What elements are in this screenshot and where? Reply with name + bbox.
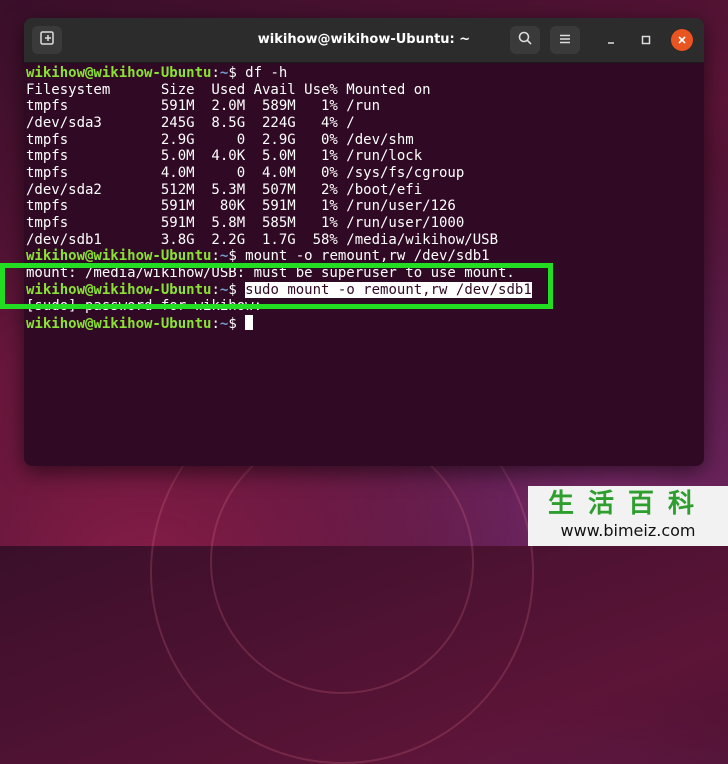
prompt-user: wikihow@wikihow-Ubuntu (26, 316, 212, 332)
watermark-url: www.bimeiz.com (560, 521, 696, 540)
df-row: /dev/sda2 512M 5.3M 507M 2% /boot/efi (26, 182, 423, 198)
df-row: /dev/sdb1 3.8G 2.2G 1.7G 58% /media/wiki… (26, 232, 499, 248)
highlight-box (0, 263, 553, 309)
df-row: tmpfs 591M 2.0M 589M 1% /run (26, 98, 381, 114)
command-line-df: wikihow@wikihow-Ubuntu:~$ df -h (26, 65, 287, 82)
df-header: Filesystem Size Used Avail Use% Mounted … (26, 82, 431, 98)
df-row: tmpfs 4.0M 0 4.0M 0% /sys/fs/cgroup (26, 165, 465, 181)
title-bar: wikihow@wikihow-Ubuntu: ~ (24, 18, 704, 63)
minimize-button[interactable] (600, 29, 622, 51)
new-tab-button[interactable] (32, 26, 62, 54)
window-title: wikihow@wikihow-Ubuntu: ~ (257, 32, 471, 47)
terminal-window: wikihow@wikihow-Ubuntu: ~ wikihow@wikiho… (24, 18, 704, 466)
close-icon (676, 31, 688, 50)
df-row: tmpfs 5.0M 4.0K 5.0M 1% /run/lock (26, 148, 423, 164)
text-cursor (245, 315, 254, 330)
prompt-user: wikihow@wikihow-Ubuntu (26, 248, 212, 264)
background-ring (210, 430, 474, 694)
prompt-user: wikihow@wikihow-Ubuntu (26, 65, 212, 81)
df-row: tmpfs 2.9G 0 2.9G 0% /dev/shm (26, 132, 414, 148)
command-text: df -h (245, 65, 288, 81)
df-row: /dev/sda3 245G 8.5G 224G 4% / (26, 115, 355, 131)
close-button[interactable] (671, 29, 693, 51)
prompt-symbol: $ (228, 65, 246, 81)
prompt-symbol: $ (228, 248, 246, 264)
watermark-characters: 生活百科 (547, 489, 708, 519)
prompt-separator: : (211, 65, 220, 81)
new-tab-icon (39, 30, 55, 50)
df-row: tmpfs 591M 80K 591M 1% /run/user/126 (26, 198, 456, 214)
search-icon (517, 30, 533, 50)
menu-button[interactable] (550, 26, 580, 54)
prompt-separator: : (211, 248, 220, 264)
search-button[interactable] (510, 26, 540, 54)
hamburger-menu-icon (558, 31, 572, 50)
df-row: tmpfs 591M 5.8M 585M 1% /run/user/1000 (26, 215, 465, 231)
active-prompt-line[interactable]: wikihow@wikihow-Ubuntu:~$ (26, 315, 254, 332)
watermark: 生活百科 www.bimeiz.com (528, 486, 728, 546)
prompt-separator: : (211, 316, 220, 332)
maximize-button[interactable] (635, 29, 657, 51)
minimize-icon (605, 31, 617, 50)
maximize-icon (640, 31, 652, 50)
prompt-symbol: $ (228, 316, 246, 332)
command-text: mount -o remount,rw /dev/sdb1 (245, 248, 490, 264)
